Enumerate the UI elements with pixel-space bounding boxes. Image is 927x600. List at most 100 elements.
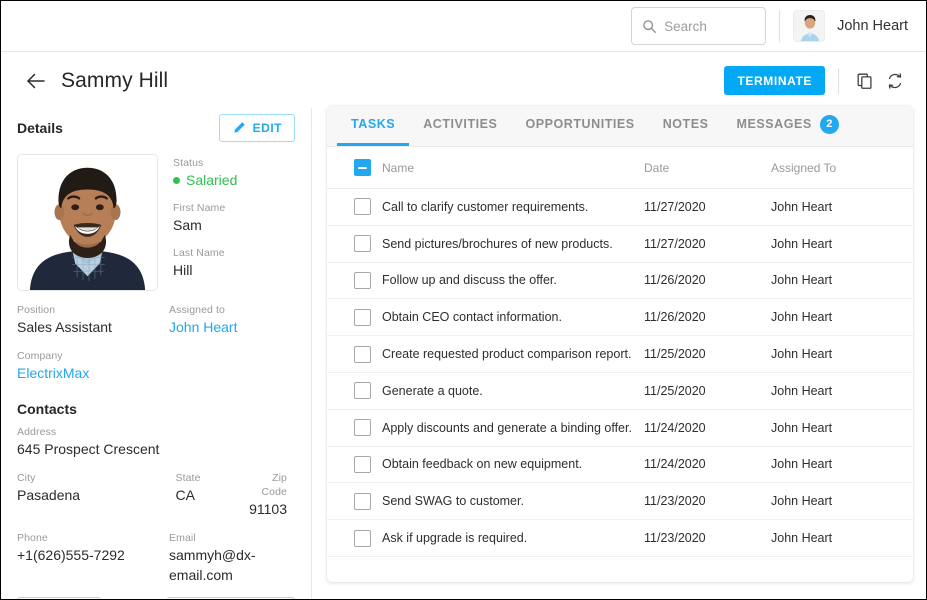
search-box[interactable]	[631, 7, 766, 45]
table-row[interactable]: Follow up and discuss the offer.11/26/20…	[327, 263, 913, 300]
field-state: State CA	[176, 471, 250, 519]
field-zip-value: 91103	[249, 499, 287, 519]
table-body: Call to clarify customer requirements.11…	[327, 189, 913, 557]
cell-assigned-to: John Heart	[771, 273, 913, 287]
cell-date: 11/24/2020	[644, 421, 771, 435]
field-assigned-to-value[interactable]: John Heart	[169, 317, 295, 337]
table-row[interactable]: Send pictures/brochures of new products.…	[327, 226, 913, 263]
copy-icon[interactable]	[852, 68, 878, 94]
row-checkbox[interactable]	[354, 419, 371, 436]
header-actions: TERMINATE	[724, 66, 912, 95]
tab-tasks-label: TASKS	[351, 117, 395, 131]
tab-notes-label: NOTES	[663, 117, 709, 131]
row-checkbox[interactable]	[354, 530, 371, 547]
select-all-cell	[327, 159, 382, 176]
row-checkbox[interactable]	[354, 235, 371, 252]
row-checkbox[interactable]	[354, 493, 371, 510]
tab-opportunities-label: OPPORTUNITIES	[525, 117, 634, 131]
cell-name: Apply discounts and generate a binding o…	[382, 421, 644, 435]
table-row[interactable]: Ask if upgrade is required.11/23/2020Joh…	[327, 520, 913, 557]
row-checkbox[interactable]	[354, 346, 371, 363]
tasks-table: Name Date Assigned To Call to clarify cu…	[327, 147, 913, 557]
terminate-button[interactable]: TERMINATE	[724, 66, 825, 95]
cell-name: Obtain CEO contact information.	[382, 310, 644, 324]
column-header-date[interactable]: Date	[644, 161, 771, 175]
table-row[interactable]: Call to clarify customer requirements.11…	[327, 189, 913, 226]
row-checkbox-cell	[327, 235, 382, 252]
tab-activities[interactable]: ACTIVITIES	[409, 106, 511, 146]
cell-assigned-to: John Heart	[771, 531, 913, 545]
search-icon	[642, 19, 657, 34]
cell-date: 11/26/2020	[644, 273, 771, 287]
column-header-assigned-to[interactable]: Assigned To	[771, 161, 913, 175]
field-position: Position Sales Assistant	[17, 303, 169, 337]
cell-date: 11/23/2020	[644, 494, 771, 508]
select-all-checkbox[interactable]	[354, 159, 371, 176]
field-address-label: Address	[17, 425, 295, 439]
cell-assigned-to: John Heart	[771, 237, 913, 251]
tab-notes[interactable]: NOTES	[649, 106, 723, 146]
row-checkbox-cell	[327, 346, 382, 363]
field-status-label: Status	[173, 156, 237, 170]
row-checkbox[interactable]	[354, 198, 371, 215]
table-row[interactable]: Obtain CEO contact information.11/26/202…	[327, 299, 913, 336]
field-last-name-value: Hill	[173, 260, 237, 280]
table-row[interactable]: Create requested product comparison repo…	[327, 336, 913, 373]
table-row[interactable]: Generate a quote.11/25/2020John Heart	[327, 373, 913, 410]
field-position-label: Position	[17, 303, 169, 317]
toolbar-divider	[779, 10, 780, 42]
cell-name: Send SWAG to customer.	[382, 494, 644, 508]
field-phone-value: +1(626)555-7292	[17, 545, 169, 565]
row-checkbox-cell	[327, 456, 382, 473]
table-row[interactable]: Apply discounts and generate a binding o…	[327, 410, 913, 447]
city-state-zip-row: City Pasadena State CA Zip Code 91103	[17, 471, 295, 519]
cell-name: Generate a quote.	[382, 384, 644, 398]
cell-assigned-to: John Heart	[771, 421, 913, 435]
refresh-icon[interactable]	[882, 68, 908, 94]
field-phone: Phone +1(626)555-7292	[17, 531, 169, 585]
table-row[interactable]: Obtain feedback on new equipment.11/24/2…	[327, 447, 913, 484]
field-first-name: First Name Sam	[173, 201, 237, 235]
user-menu[interactable]: John Heart	[793, 10, 908, 42]
field-first-name-value: Sam	[173, 215, 237, 235]
row-checkbox-cell	[327, 309, 382, 326]
pencil-icon	[232, 121, 246, 135]
field-email: Email sammyh@dx-email.com	[169, 531, 295, 585]
field-zip: Zip Code 91103	[249, 471, 295, 519]
row-checkbox[interactable]	[354, 309, 371, 326]
cell-date: 11/26/2020	[644, 310, 771, 324]
search-input[interactable]	[664, 19, 759, 34]
field-status-value: Salaried	[186, 170, 237, 190]
tab-messages[interactable]: MESSAGES 2	[723, 106, 853, 146]
field-phone-label: Phone	[17, 531, 169, 545]
cell-name: Create requested product comparison repo…	[382, 347, 644, 361]
row-checkbox[interactable]	[354, 272, 371, 289]
field-company-value[interactable]: ElectrixMax	[17, 363, 295, 383]
field-email-label: Email	[169, 531, 295, 545]
column-header-name[interactable]: Name	[382, 161, 644, 175]
field-city-label: City	[17, 471, 176, 485]
avatar	[793, 10, 825, 42]
profile-fields: Status Salaried First Name Sam Last Name…	[173, 154, 237, 291]
row-checkbox[interactable]	[354, 382, 371, 399]
tab-tasks[interactable]: TASKS	[337, 106, 409, 146]
row-checkbox[interactable]	[354, 456, 371, 473]
indeterminate-dash-icon	[358, 167, 367, 169]
cell-assigned-to: John Heart	[771, 347, 913, 361]
arrow-left-icon[interactable]	[25, 70, 47, 92]
edit-button[interactable]: EDIT	[219, 114, 295, 142]
field-last-name: Last Name Hill	[173, 246, 237, 280]
field-status: Status Salaried	[173, 156, 237, 190]
phone-email-row: Phone +1(626)555-7292 Email sammyh@dx-em…	[17, 531, 295, 585]
row-checkbox-cell	[327, 382, 382, 399]
table-row[interactable]: Send SWAG to customer.11/23/2020John Hea…	[327, 483, 913, 520]
field-city: City Pasadena	[17, 471, 176, 519]
tab-opportunities[interactable]: OPPORTUNITIES	[511, 106, 648, 146]
row-checkbox-cell	[327, 530, 382, 547]
field-first-name-label: First Name	[173, 201, 237, 215]
details-pane: Details EDIT	[1, 108, 312, 600]
tab-messages-label: MESSAGES	[737, 117, 812, 131]
row-checkbox-cell	[327, 272, 382, 289]
position-assigned-row: Position Sales Assistant Assigned to Joh…	[17, 303, 295, 337]
page-header: Sammy Hill TERMINATE	[1, 53, 926, 108]
